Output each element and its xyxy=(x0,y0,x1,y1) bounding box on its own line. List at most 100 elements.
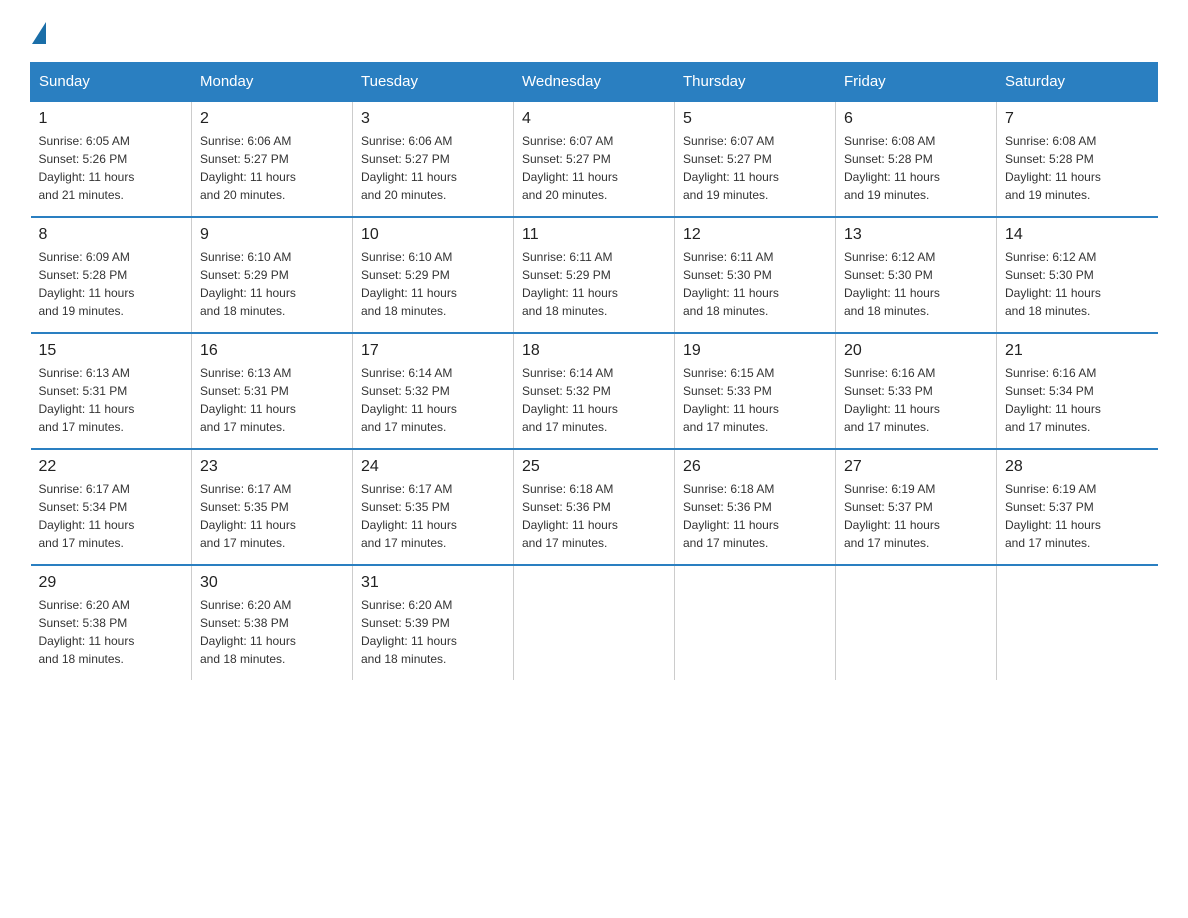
calendar-cell: 13 Sunrise: 6:12 AM Sunset: 5:30 PM Dayli… xyxy=(836,217,997,333)
day-number: 26 xyxy=(683,458,827,476)
header-thursday: Thursday xyxy=(675,63,836,102)
calendar-cell: 10 Sunrise: 6:10 AM Sunset: 5:29 PM Dayli… xyxy=(353,217,514,333)
day-info: Sunrise: 6:05 AM Sunset: 5:26 PM Dayligh… xyxy=(39,132,184,204)
calendar-cell: 18Sunrise: 6:14 AM Sunset: 5:32 PM Dayli… xyxy=(514,333,675,449)
day-info: Sunrise: 6:11 AM Sunset: 5:29 PM Dayligh… xyxy=(522,248,666,320)
day-number: 16 xyxy=(200,342,344,360)
calendar-cell: 9 Sunrise: 6:10 AM Sunset: 5:29 PM Daylig… xyxy=(192,217,353,333)
day-number: 31 xyxy=(361,574,505,592)
calendar-cell: 25 Sunrise: 6:18 AM Sunset: 5:36 PM Dayli… xyxy=(514,449,675,565)
day-number: 22 xyxy=(39,458,184,476)
calendar-cell: 27 Sunrise: 6:19 AM Sunset: 5:37 PM Dayli… xyxy=(836,449,997,565)
calendar-cell: 2 Sunrise: 6:06 AM Sunset: 5:27 PM Daylig… xyxy=(192,101,353,217)
day-info: Sunrise: 6:13 AM Sunset: 5:31 PM Dayligh… xyxy=(39,364,184,436)
day-number: 7 xyxy=(1005,110,1150,128)
day-info: Sunrise: 6:13 AM Sunset: 5:31 PM Dayligh… xyxy=(200,364,344,436)
day-info: Sunrise: 6:15 AM Sunset: 5:33 PM Dayligh… xyxy=(683,364,827,436)
calendar-week-row: 15Sunrise: 6:13 AM Sunset: 5:31 PM Dayli… xyxy=(31,333,1158,449)
day-number: 11 xyxy=(522,226,666,244)
day-info: Sunrise: 6:10 AM Sunset: 5:29 PM Dayligh… xyxy=(200,248,344,320)
day-info: Sunrise: 6:19 AM Sunset: 5:37 PM Dayligh… xyxy=(1005,480,1150,552)
day-info: Sunrise: 6:14 AM Sunset: 5:32 PM Dayligh… xyxy=(361,364,505,436)
header-friday: Friday xyxy=(836,63,997,102)
day-number: 3 xyxy=(361,110,505,128)
calendar-cell: 29 Sunrise: 6:20 AM Sunset: 5:38 PM Dayli… xyxy=(31,565,192,680)
day-number: 10 xyxy=(361,226,505,244)
day-number: 18 xyxy=(522,342,666,360)
calendar-week-row: 8 Sunrise: 6:09 AM Sunset: 5:28 PM Daylig… xyxy=(31,217,1158,333)
day-number: 21 xyxy=(1005,342,1150,360)
header-wednesday: Wednesday xyxy=(514,63,675,102)
day-info: Sunrise: 6:06 AM Sunset: 5:27 PM Dayligh… xyxy=(200,132,344,204)
day-number: 5 xyxy=(683,110,827,128)
calendar-cell: 20 Sunrise: 6:16 AM Sunset: 5:33 PM Dayli… xyxy=(836,333,997,449)
day-number: 13 xyxy=(844,226,988,244)
day-number: 30 xyxy=(200,574,344,592)
day-info: Sunrise: 6:16 AM Sunset: 5:33 PM Dayligh… xyxy=(844,364,988,436)
calendar-cell: 5 Sunrise: 6:07 AM Sunset: 5:27 PM Daylig… xyxy=(675,101,836,217)
calendar-week-row: 1 Sunrise: 6:05 AM Sunset: 5:26 PM Daylig… xyxy=(31,101,1158,217)
day-info: Sunrise: 6:18 AM Sunset: 5:36 PM Dayligh… xyxy=(522,480,666,552)
day-info: Sunrise: 6:08 AM Sunset: 5:28 PM Dayligh… xyxy=(1005,132,1150,204)
calendar-week-row: 29 Sunrise: 6:20 AM Sunset: 5:38 PM Dayli… xyxy=(31,565,1158,680)
day-info: Sunrise: 6:07 AM Sunset: 5:27 PM Dayligh… xyxy=(683,132,827,204)
calendar-header-row: SundayMondayTuesdayWednesdayThursdayFrid… xyxy=(31,63,1158,102)
day-number: 27 xyxy=(844,458,988,476)
calendar-cell: 7 Sunrise: 6:08 AM Sunset: 5:28 PM Daylig… xyxy=(997,101,1158,217)
calendar-cell: 3 Sunrise: 6:06 AM Sunset: 5:27 PM Daylig… xyxy=(353,101,514,217)
day-info: Sunrise: 6:10 AM Sunset: 5:29 PM Dayligh… xyxy=(361,248,505,320)
day-info: Sunrise: 6:06 AM Sunset: 5:27 PM Dayligh… xyxy=(361,132,505,204)
header-sunday: Sunday xyxy=(31,63,192,102)
header-tuesday: Tuesday xyxy=(353,63,514,102)
day-number: 2 xyxy=(200,110,344,128)
day-number: 9 xyxy=(200,226,344,244)
day-number: 19 xyxy=(683,342,827,360)
day-info: Sunrise: 6:20 AM Sunset: 5:38 PM Dayligh… xyxy=(39,596,184,668)
day-info: Sunrise: 6:11 AM Sunset: 5:30 PM Dayligh… xyxy=(683,248,827,320)
day-number: 28 xyxy=(1005,458,1150,476)
calendar-cell: 21 Sunrise: 6:16 AM Sunset: 5:34 PM Dayli… xyxy=(997,333,1158,449)
calendar-cell: 19 Sunrise: 6:15 AM Sunset: 5:33 PM Dayli… xyxy=(675,333,836,449)
calendar-cell: 4 Sunrise: 6:07 AM Sunset: 5:27 PM Daylig… xyxy=(514,101,675,217)
day-info: Sunrise: 6:12 AM Sunset: 5:30 PM Dayligh… xyxy=(844,248,988,320)
header-monday: Monday xyxy=(192,63,353,102)
calendar-cell: 26 Sunrise: 6:18 AM Sunset: 5:36 PM Dayli… xyxy=(675,449,836,565)
calendar-cell: 1 Sunrise: 6:05 AM Sunset: 5:26 PM Daylig… xyxy=(31,101,192,217)
day-number: 29 xyxy=(39,574,184,592)
day-number: 8 xyxy=(39,226,184,244)
day-info: Sunrise: 6:09 AM Sunset: 5:28 PM Dayligh… xyxy=(39,248,184,320)
day-number: 14 xyxy=(1005,226,1150,244)
calendar-cell xyxy=(675,565,836,680)
day-number: 24 xyxy=(361,458,505,476)
calendar-cell: 23 Sunrise: 6:17 AM Sunset: 5:35 PM Dayli… xyxy=(192,449,353,565)
day-info: Sunrise: 6:17 AM Sunset: 5:34 PM Dayligh… xyxy=(39,480,184,552)
day-number: 23 xyxy=(200,458,344,476)
day-info: Sunrise: 6:17 AM Sunset: 5:35 PM Dayligh… xyxy=(361,480,505,552)
day-info: Sunrise: 6:12 AM Sunset: 5:30 PM Dayligh… xyxy=(1005,248,1150,320)
calendar-cell xyxy=(836,565,997,680)
calendar-cell: 11 Sunrise: 6:11 AM Sunset: 5:29 PM Dayli… xyxy=(514,217,675,333)
calendar-cell: 6 Sunrise: 6:08 AM Sunset: 5:28 PM Daylig… xyxy=(836,101,997,217)
header-saturday: Saturday xyxy=(997,63,1158,102)
day-info: Sunrise: 6:20 AM Sunset: 5:39 PM Dayligh… xyxy=(361,596,505,668)
day-number: 1 xyxy=(39,110,184,128)
day-number: 20 xyxy=(844,342,988,360)
day-info: Sunrise: 6:08 AM Sunset: 5:28 PM Dayligh… xyxy=(844,132,988,204)
day-info: Sunrise: 6:18 AM Sunset: 5:36 PM Dayligh… xyxy=(683,480,827,552)
day-info: Sunrise: 6:17 AM Sunset: 5:35 PM Dayligh… xyxy=(200,480,344,552)
calendar-cell: 12 Sunrise: 6:11 AM Sunset: 5:30 PM Dayli… xyxy=(675,217,836,333)
calendar-cell: 14 Sunrise: 6:12 AM Sunset: 5:30 PM Dayli… xyxy=(997,217,1158,333)
day-info: Sunrise: 6:19 AM Sunset: 5:37 PM Dayligh… xyxy=(844,480,988,552)
day-number: 6 xyxy=(844,110,988,128)
day-info: Sunrise: 6:07 AM Sunset: 5:27 PM Dayligh… xyxy=(522,132,666,204)
day-number: 12 xyxy=(683,226,827,244)
calendar-week-row: 22 Sunrise: 6:17 AM Sunset: 5:34 PM Dayli… xyxy=(31,449,1158,565)
day-number: 17 xyxy=(361,342,505,360)
day-info: Sunrise: 6:16 AM Sunset: 5:34 PM Dayligh… xyxy=(1005,364,1150,436)
calendar-cell: 8 Sunrise: 6:09 AM Sunset: 5:28 PM Daylig… xyxy=(31,217,192,333)
calendar-cell: 17 Sunrise: 6:14 AM Sunset: 5:32 PM Dayli… xyxy=(353,333,514,449)
day-number: 25 xyxy=(522,458,666,476)
calendar-cell: 16 Sunrise: 6:13 AM Sunset: 5:31 PM Dayli… xyxy=(192,333,353,449)
day-number: 4 xyxy=(522,110,666,128)
calendar-cell: 28 Sunrise: 6:19 AM Sunset: 5:37 PM Dayli… xyxy=(997,449,1158,565)
